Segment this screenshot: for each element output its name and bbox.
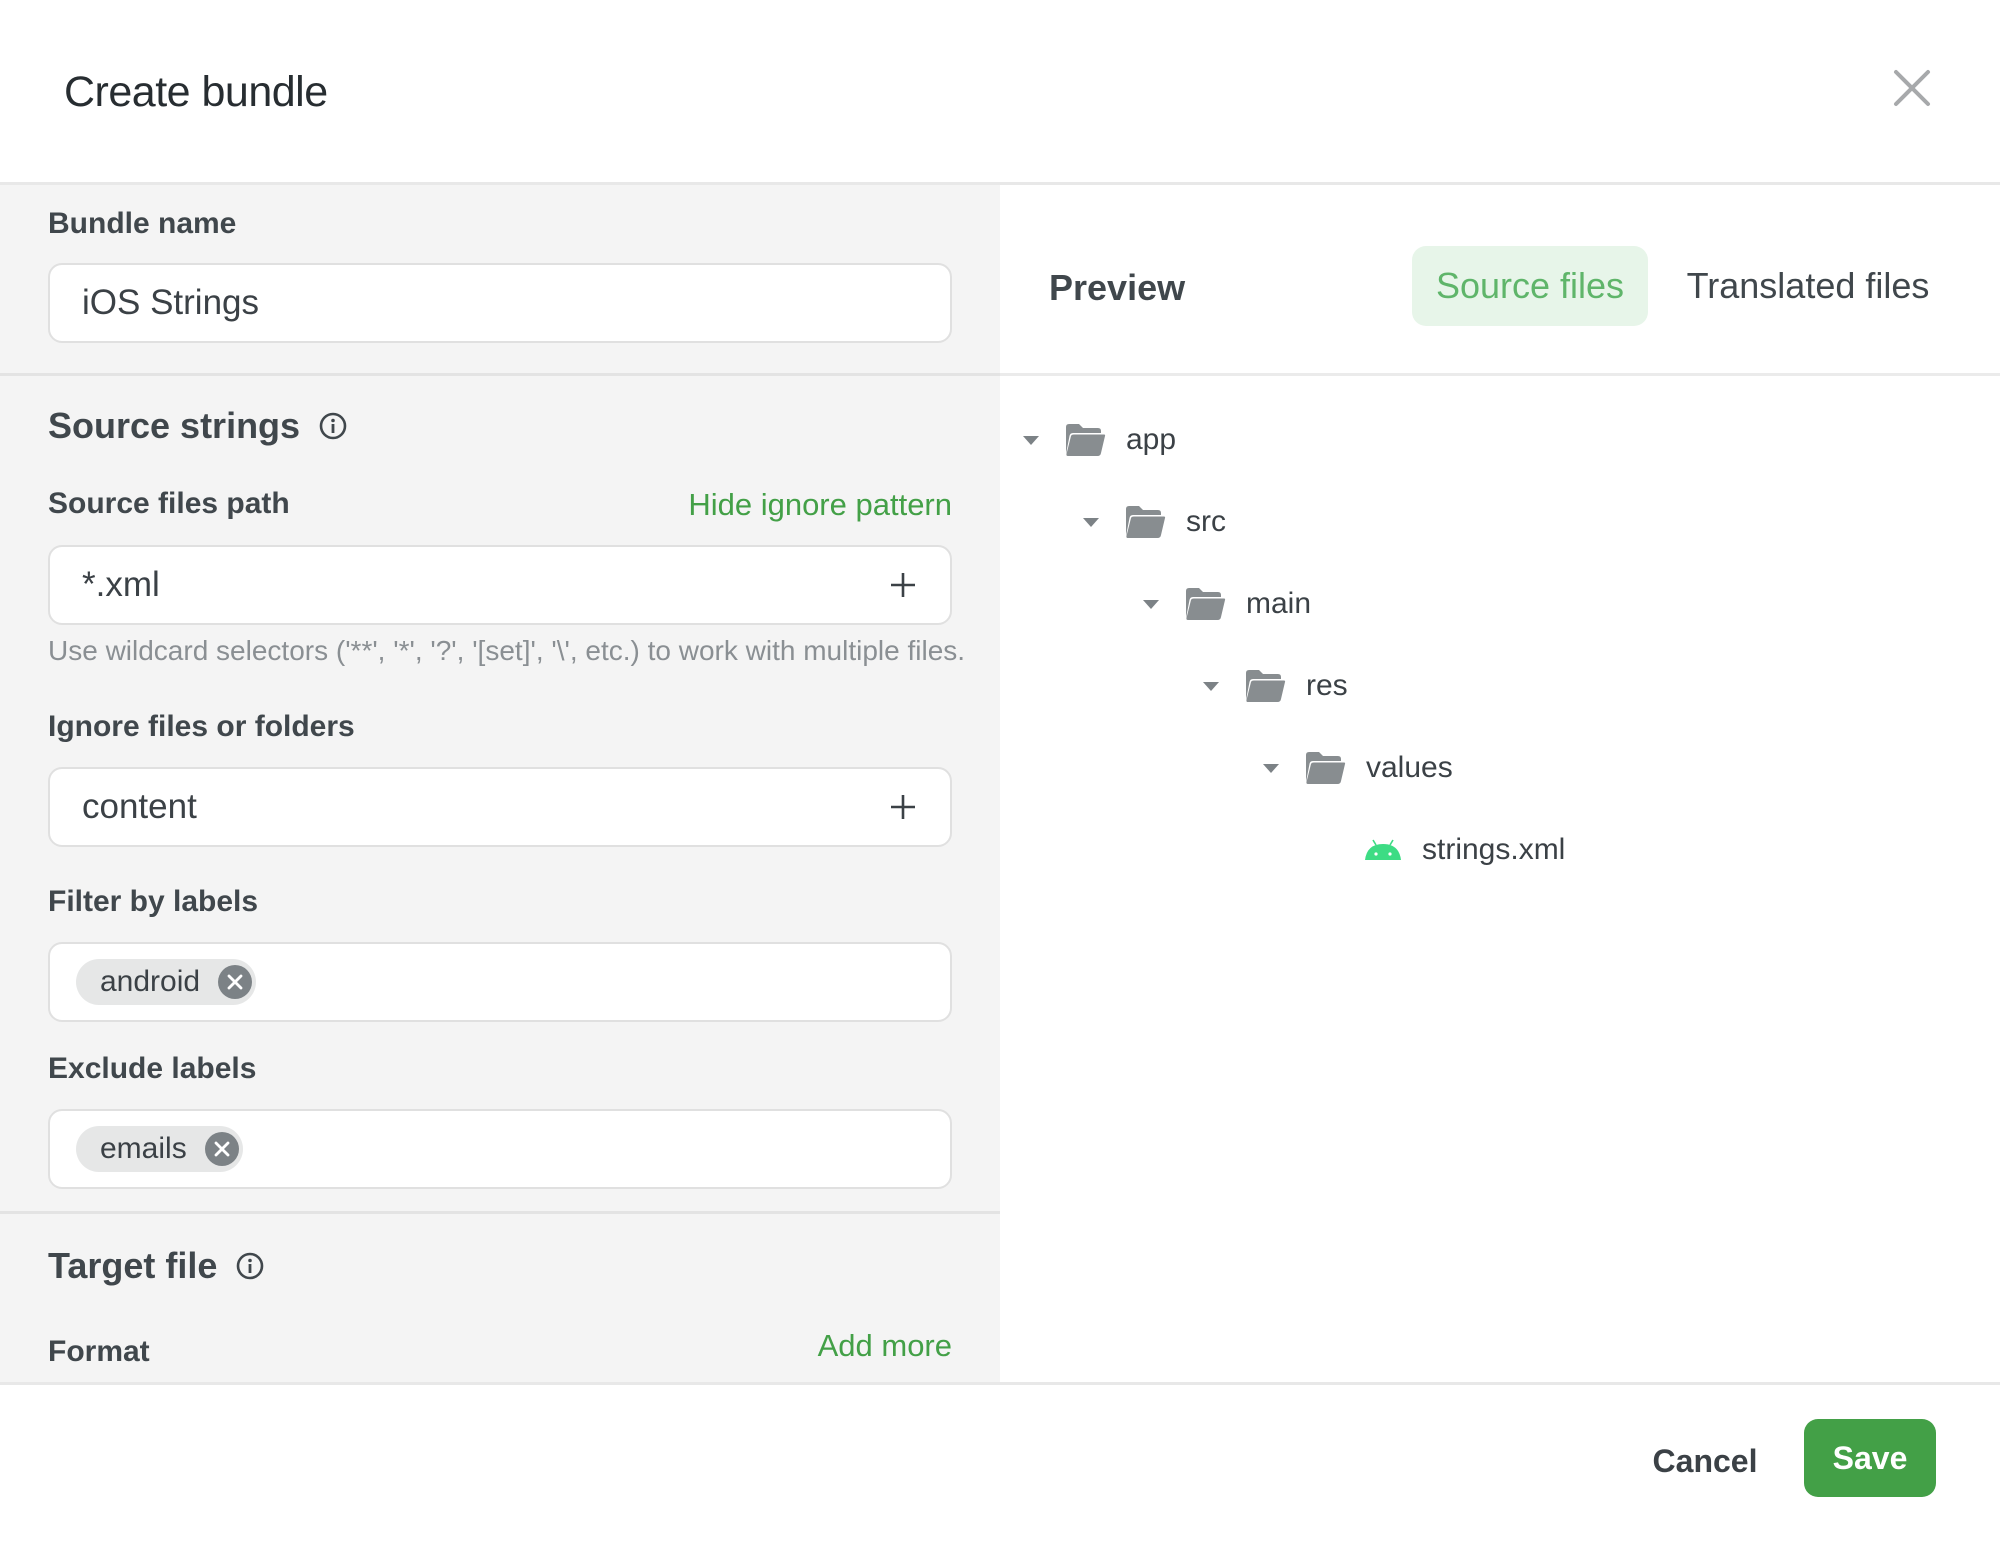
target-file-heading: Target file [48,1245,265,1287]
tree-folder-row[interactable]: src [1082,497,1226,547]
bundle-name-label: Bundle name [48,207,237,240]
ignore-value[interactable]: content [82,787,888,827]
folder-name[interactable]: src [1186,505,1226,539]
exclude-labels-input[interactable]: emails [48,1109,952,1189]
label-chip: emails [76,1126,243,1172]
bundle-name-input[interactable]: iOS Strings [48,263,952,343]
tree-file-row[interactable]: strings.xml [1322,825,1565,875]
caret-down-icon[interactable] [1142,598,1160,610]
cancel-button[interactable]: Cancel [1640,1421,1770,1501]
source-strings-title: Source strings [48,405,301,446]
filter-labels-input[interactable]: android [48,942,952,1022]
folder-name[interactable]: res [1306,669,1348,703]
tree-folder-row[interactable]: res [1202,661,1348,711]
info-icon[interactable] [318,411,348,441]
dialog-header: Create bundle [0,0,2000,185]
folder-name[interactable]: app [1126,423,1176,457]
dialog-footer: Cancel Save [0,1382,2000,1558]
target-file-title: Target file [48,1245,218,1286]
preview-divider [1000,373,2000,376]
dialog-title: Create bundle [64,68,328,116]
folder-open-icon [1186,588,1226,620]
close-circle-icon [227,974,243,990]
folder-open-icon [1246,670,1286,702]
chip-label: android [100,965,201,998]
section-divider [0,1211,1000,1214]
caret-down-icon[interactable] [1082,516,1100,528]
exclude-labels-label: Exclude labels [48,1052,257,1085]
wildcard-hint: Use wildcard selectors ('**', '*', '?', … [48,635,966,666]
tab-source-files[interactable]: Source files [1412,246,1648,326]
add-more-link[interactable]: Add more [818,1328,952,1364]
ignore-label: Ignore files or folders [48,710,355,743]
folder-open-icon [1306,752,1346,784]
preview-panel: Preview Source files Translated files ap… [1000,185,2000,1382]
caret-down-icon[interactable] [1262,762,1280,774]
caret-down-icon[interactable] [1022,434,1040,446]
remove-chip-button[interactable] [218,965,253,999]
source-files-path-label: Source files path [48,487,290,520]
tab-translated-files[interactable]: Translated files [1678,246,1938,326]
remove-chip-button[interactable] [204,1132,239,1166]
ignore-input[interactable]: content [48,767,952,847]
folder-open-icon [1066,424,1106,456]
preview-title: Preview [1049,267,1186,308]
folder-open-icon [1126,506,1166,538]
info-icon[interactable] [235,1251,265,1281]
close-button[interactable] [1888,64,1936,112]
hide-ignore-pattern-link[interactable]: Hide ignore pattern [688,487,952,523]
plus-icon[interactable] [888,792,918,822]
format-label: Format [48,1335,150,1368]
file-name[interactable]: strings.xml [1422,833,1565,867]
save-button[interactable]: Save [1804,1419,1936,1497]
source-files-path-value[interactable]: *.xml [82,565,888,605]
source-strings-heading: Source strings [48,405,348,447]
caret-down-icon[interactable] [1202,680,1220,692]
tree-folder-row[interactable]: main [1142,579,1311,629]
close-icon [1894,70,1930,106]
android-icon [1365,839,1401,860]
form-panel: Bundle name iOS Strings Source strings S… [0,185,1000,1382]
tree-folder-row[interactable]: values [1262,743,1453,793]
folder-name[interactable]: values [1366,751,1453,785]
plus-icon[interactable] [888,570,918,600]
close-circle-icon [214,1141,230,1157]
source-files-path-input[interactable]: *.xml [48,545,952,625]
chip-label: emails [100,1132,187,1165]
folder-name[interactable]: main [1246,587,1311,621]
label-chip: android [76,959,257,1005]
section-divider [0,373,1000,376]
bundle-name-value[interactable]: iOS Strings [82,283,918,323]
tree-folder-row[interactable]: app [1022,415,1176,465]
filter-labels-label: Filter by labels [48,885,259,918]
